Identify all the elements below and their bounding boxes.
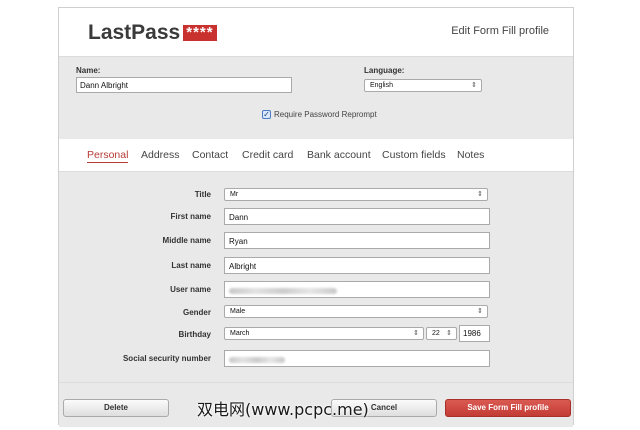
profile-tabs: Personal Address Contact Credit card Ban… (59, 139, 573, 172)
title-value: Mr (230, 191, 239, 198)
title-select[interactable]: Mr ⇕ (224, 188, 488, 201)
dialog-header: LastPass **** Edit Form Fill profile (59, 8, 573, 56)
gender-select[interactable]: Male ⇕ (224, 305, 488, 318)
profile-name-input[interactable]: Dann Albright (76, 77, 292, 93)
middle-name-label: Middle name (162, 236, 211, 245)
tab-credit-card[interactable]: Credit card (242, 149, 293, 161)
first-name-label: First name (170, 212, 211, 221)
reprompt-checkbox[interactable]: ✓ (262, 110, 271, 119)
personal-form: Title Mr ⇕ First name Dann Middle name R… (59, 172, 573, 382)
birth-year-input[interactable]: 1986 (459, 325, 490, 342)
lastpass-logo: LastPass **** (88, 21, 217, 45)
gender-label: Gender (182, 308, 211, 317)
ssn-input[interactable] (224, 350, 490, 367)
tab-personal[interactable]: Personal (87, 149, 129, 163)
reprompt-option[interactable]: ✓ Require Password Reprompt (262, 110, 377, 119)
birth-month-select[interactable]: March ⇕ (224, 327, 424, 340)
title-label: Title (194, 190, 211, 199)
tab-bank-account[interactable]: Bank account (307, 149, 371, 161)
select-arrows-icon: ⇕ (446, 330, 452, 337)
delete-button[interactable]: Delete (63, 399, 169, 417)
logo-text: LastPass (88, 21, 181, 44)
select-arrows-icon: ⇕ (477, 191, 483, 198)
language-label: Language: (364, 66, 405, 75)
profile-section: Name: Dann Albright Language: English ⇕ … (59, 56, 573, 140)
birth-day-select[interactable]: 22 ⇕ (426, 327, 457, 340)
edit-form-fill-dialog: LastPass **** Edit Form Fill profile Nam… (58, 7, 574, 427)
tab-address[interactable]: Address (141, 149, 180, 161)
ssn-label: Social security number (122, 354, 211, 363)
last-name-label: Last name (171, 261, 211, 270)
gender-value: Male (230, 308, 246, 315)
blurred-username (229, 287, 337, 294)
tab-contact[interactable]: Contact (192, 149, 228, 161)
select-arrows-icon: ⇕ (471, 82, 477, 89)
first-name-input[interactable]: Dann (224, 208, 490, 225)
birth-month-value: March (230, 330, 250, 337)
username-label: User name (170, 285, 211, 294)
language-select[interactable]: English ⇕ (364, 79, 482, 92)
tab-notes[interactable]: Notes (457, 149, 484, 161)
language-value: English (370, 82, 393, 89)
username-input[interactable] (224, 281, 490, 298)
birth-day-value: 22 (432, 330, 440, 337)
middle-name-input[interactable]: Ryan (224, 232, 490, 249)
select-arrows-icon: ⇕ (413, 330, 419, 337)
tab-custom-fields[interactable]: Custom fields (382, 149, 446, 161)
logo-stars: **** (183, 25, 217, 41)
reprompt-label: Require Password Reprompt (274, 110, 377, 119)
site-watermark: 双电网(www.pcpc.me) (197, 400, 369, 419)
name-label: Name: (76, 66, 101, 75)
blurred-ssn (229, 356, 285, 363)
birthday-label: Birthday (178, 330, 211, 339)
select-arrows-icon: ⇕ (477, 308, 483, 315)
save-profile-button[interactable]: Save Form Fill profile (445, 399, 571, 417)
page-title: Edit Form Fill profile (451, 25, 549, 37)
last-name-input[interactable]: Albright (224, 257, 490, 274)
